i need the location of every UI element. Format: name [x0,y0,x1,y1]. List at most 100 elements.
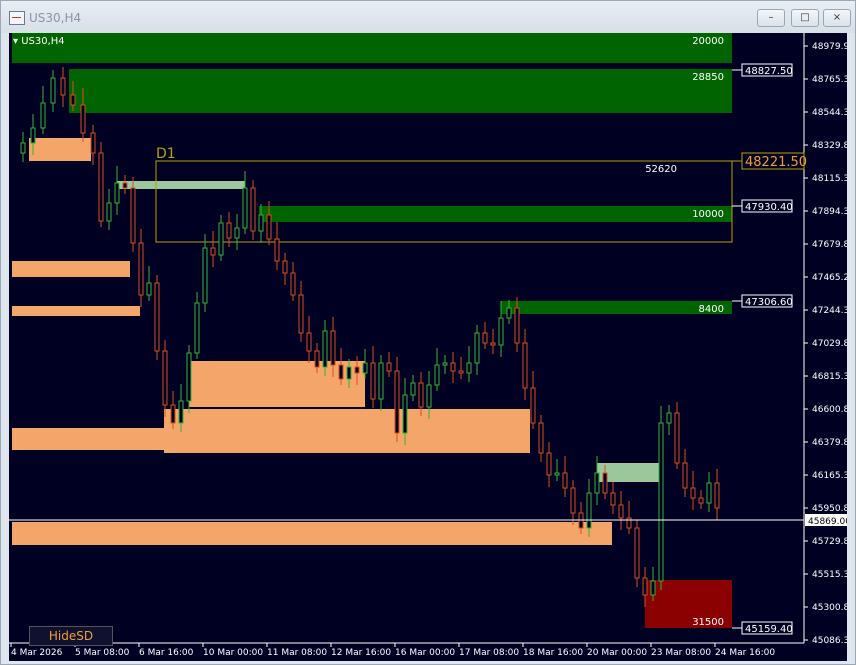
candle-body [474,332,480,364]
candle-body [306,332,312,352]
candle-body [370,362,376,400]
zone-label: 10000 [692,209,724,220]
candle-body [682,462,688,489]
candle-body [594,472,600,494]
price-tick-label: 46379.80 [812,438,847,448]
zone-label: 52620 [645,164,677,175]
chart-window: US30,H4 – □ × D1 20000 28850 10000 8400 … [0,0,856,665]
price-tag: 47930.40 [745,202,793,213]
candle-body [234,227,240,239]
candle-body [634,527,640,579]
candle-body [40,102,46,129]
time-tick-label: 11 Mar 08:00 [267,648,327,658]
candle-body [162,350,168,406]
candle-body [266,214,272,240]
candle-body [498,317,504,346]
candle-body [698,497,704,504]
close-button[interactable]: × [823,9,851,27]
candle-body [346,366,352,380]
candle-body [330,330,336,366]
candle-body [394,370,400,434]
symbol-label[interactable]: ▾ US30,H4 [13,36,65,47]
candle-body [546,452,552,476]
candle-body [114,182,120,204]
price-tick-label: 48979.90 [812,42,847,52]
price-tick-label: 45300.80 [812,603,847,613]
candle-body [602,472,608,494]
candle-body [90,132,96,154]
zone-label: 8400 [699,304,724,315]
candle-body [658,422,664,582]
candle-body [202,247,208,304]
candle-body [386,362,392,372]
price-tag: 48827.50 [745,66,793,77]
price-tick-label: 47679.80 [812,240,847,250]
price-tick-label: 48544.35 [812,108,847,118]
title-bar[interactable]: US30,H4 – □ × [1,1,855,33]
candle-body [30,127,36,144]
price-tick-label: 47029.80 [812,339,847,349]
candle-body [314,350,320,368]
candle-body [562,472,568,489]
price-tick-label: 46165.30 [812,471,847,481]
candle-body [618,504,624,519]
chart-window-icon [9,11,25,25]
demand-zone [29,138,91,161]
candle-body [290,272,296,296]
candle-body [402,394,408,434]
candle-body [642,577,648,596]
candle-body [482,332,488,344]
supply-zone-10000 [259,206,732,222]
candle-body [650,580,656,596]
candle-body [442,362,448,366]
candle-body [70,94,76,106]
candle-body [418,382,424,408]
price-tick-label: 45515.30 [812,570,847,580]
chart-canvas[interactable]: D1 20000 28850 10000 8400 52620 31500 48… [9,33,847,661]
candle-body [210,247,216,256]
price-chart[interactable]: D1 20000 28850 10000 8400 52620 31500 48… [9,33,847,661]
candle-body [274,238,280,262]
candle-body [282,260,288,274]
demand-zone [12,428,172,450]
window-title: US30,H4 [29,11,82,25]
candle-body [362,362,368,374]
price-tick-label: 46815.30 [812,372,847,382]
candle-body [506,307,512,319]
candle-body [106,202,112,222]
candle-body [538,422,544,454]
candle-body [690,487,696,499]
candle-body [530,387,536,424]
candle-body [378,362,384,400]
time-tick-label: 10 Mar 00:00 [203,648,263,658]
candle-body [570,487,576,514]
time-tick-label: 20 Mar 00:00 [587,648,647,658]
candle-body [714,482,720,509]
time-tick-label: 16 Mar 00:00 [395,648,455,658]
price-tick-label: 45950.80 [812,504,847,514]
price-tag: 47306.60 [745,297,793,308]
price-tick-label: 48329.80 [812,141,847,151]
demand-zone [12,522,612,545]
supply-zone-20000 [12,33,732,63]
candle-body [554,472,560,476]
time-tick-label: 17 Mar 08:00 [459,648,519,658]
demand-zone [12,261,130,277]
candle-body [458,370,464,374]
price-tick-label: 47894.35 [812,207,847,217]
candle-body [490,342,496,346]
time-tick-label: 4 Mar 2026 [11,648,63,658]
price-tick-label: 46600.80 [812,405,847,415]
candle-body [450,362,456,372]
maximize-button[interactable]: □ [791,9,819,27]
candle-body [226,222,232,239]
candle-body [20,142,26,154]
time-tick-label: 12 Mar 16:00 [331,648,391,658]
hidesd-button[interactable]: HideSD [29,626,113,646]
candle-body [298,294,304,334]
minimize-button[interactable]: – [757,9,785,27]
candle-body [186,352,192,402]
candle-body [434,364,440,386]
candle-body [674,412,680,464]
zone-label: 28850 [692,72,724,83]
